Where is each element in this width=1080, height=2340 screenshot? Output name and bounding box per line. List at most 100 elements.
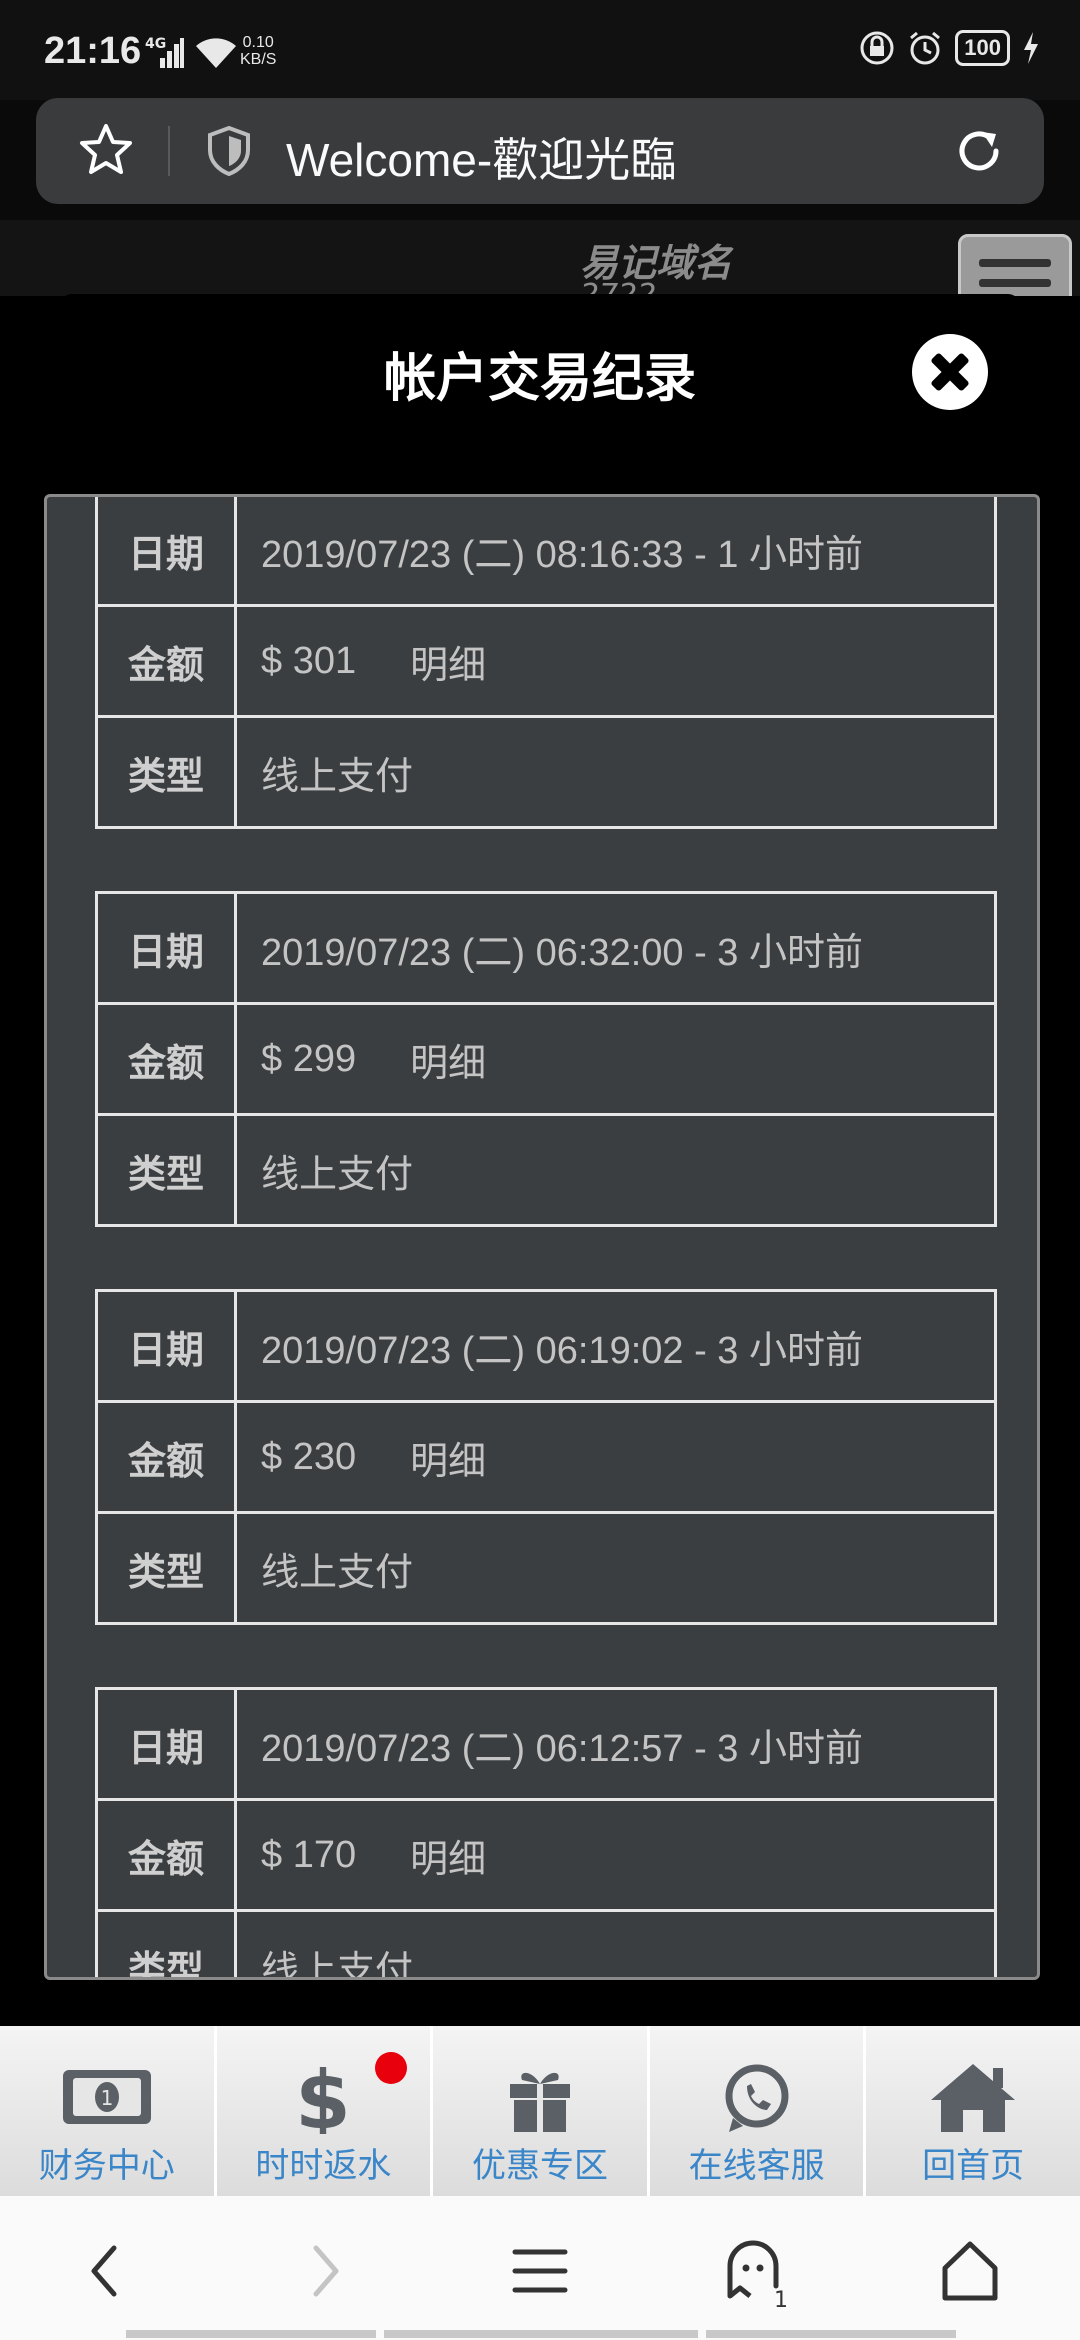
detail-link[interactable]: 明细 xyxy=(410,1828,486,1883)
money-bill-icon: 1 xyxy=(62,2070,151,2124)
amount-cell: $ 170 明细 xyxy=(237,1801,994,1909)
page-title[interactable]: Welcome-歡迎光臨 xyxy=(286,124,676,190)
browser-nav-bar: 1 xyxy=(0,2196,1080,2340)
reload-icon[interactable] xyxy=(950,122,1008,180)
date-row: 日期 2019/07/23 (二) 06:12:57 - 3 小时前 xyxy=(98,1690,994,1801)
date-row: 日期 2019/07/23 (二) 06:19:02 - 3 小时前 xyxy=(98,1292,994,1403)
rotation-lock-icon xyxy=(860,31,894,65)
type-value: 线上支付 xyxy=(261,755,414,798)
amount-label: 金额 xyxy=(98,1005,237,1113)
battery-indicator: 100 xyxy=(955,30,1010,66)
date-value: 2019/07/23 (二) 08:16:33 - 1 小时前 xyxy=(261,533,863,576)
gesture-bar xyxy=(384,2330,698,2338)
date-label: 日期 xyxy=(98,1690,237,1798)
status-bar: 21:16 4G 0.10 KB/S 100 xyxy=(0,0,1080,100)
network-speed: 0.10 KB/S xyxy=(240,34,276,68)
transaction-modal: 帐户交易纪录 日期 2019/07/23 (二) 08:16:33 - 1 小时前… xyxy=(0,294,1080,2026)
amount-row: 金额 $ 170 明细 xyxy=(98,1801,994,1912)
date-value: 2019/07/23 (二) 06:19:02 - 3 小时前 xyxy=(261,1329,863,1372)
detail-link[interactable]: 明细 xyxy=(410,1032,486,1087)
nav-label: 回首页 xyxy=(922,2146,1025,2186)
nav-rebate[interactable]: $ 时时返水 xyxy=(216,2026,434,2196)
amount-row: 金额 $ 299 明细 xyxy=(98,1005,994,1116)
menu-bar xyxy=(979,259,1051,267)
gesture-bar xyxy=(126,2330,376,2338)
speed-unit: KB/S xyxy=(240,51,277,68)
shield-icon[interactable] xyxy=(204,124,254,178)
nav-label: 时时返水 xyxy=(255,2146,392,2186)
amount-value: $ 299 xyxy=(261,1037,357,1080)
notification-dot xyxy=(374,2052,407,2084)
amount-value: $ 170 xyxy=(261,1833,357,1876)
type-label: 类型 xyxy=(98,718,237,826)
date-label: 日期 xyxy=(98,497,237,604)
status-right: 100 xyxy=(859,30,1040,66)
type-row: 类型 线上支付 xyxy=(98,718,994,826)
date-row: 日期 2019/07/23 (二) 06:32:00 - 3 小时前 xyxy=(98,894,994,1005)
type-value: 线上支付 xyxy=(261,1551,414,1594)
transaction-record: 日期 2019/07/23 (二) 06:19:02 - 3 小时前 金额 $ 230… xyxy=(95,1289,997,1625)
close-button[interactable] xyxy=(912,334,988,410)
status-time: 21:16 xyxy=(44,30,142,72)
address-bar[interactable]: Welcome-歡迎光臨 xyxy=(36,98,1044,204)
records-inner: 日期 2019/07/23 (二) 08:16:33 - 1 小时前 金额 $ 301… xyxy=(47,497,1037,1980)
nav-home[interactable]: 回首页 xyxy=(866,2026,1080,2196)
back-icon[interactable] xyxy=(72,2236,142,2306)
amount-cell: $ 299 明细 xyxy=(237,1005,994,1113)
tab-count: 1 xyxy=(774,2288,788,2313)
nav-label: 在线客服 xyxy=(688,2146,825,2186)
site-bottom-nav: 1 财务中心 $ 时时返水 优惠专区 在线客服 回首页 xyxy=(0,2026,1080,2196)
date-label: 日期 xyxy=(98,1292,237,1400)
whatsapp-icon xyxy=(725,2064,789,2132)
gesture-bar xyxy=(706,2330,956,2338)
nav-customer-service[interactable]: 在线客服 xyxy=(649,2026,867,2196)
bookmark-star-icon[interactable] xyxy=(76,120,136,180)
nav-label: 优惠专区 xyxy=(471,2146,608,2186)
svg-text:1: 1 xyxy=(100,2086,113,2110)
amount-label: 金额 xyxy=(98,1801,237,1909)
type-value: 线上支付 xyxy=(261,1153,414,1196)
type-label: 类型 xyxy=(98,1116,237,1224)
type-value: 线上支付 xyxy=(261,1949,414,1980)
gift-icon xyxy=(509,2072,570,2132)
type-row: 类型 线上支付 xyxy=(98,1912,994,1980)
amount-row: 金额 $ 301 明细 xyxy=(98,607,994,718)
nav-finance-center[interactable]: 1 财务中心 xyxy=(0,2026,217,2196)
speed-value: 0.10 xyxy=(242,34,274,51)
forward-icon[interactable] xyxy=(288,2236,358,2306)
menu-lines-icon[interactable] xyxy=(505,2236,575,2306)
home-icon xyxy=(931,2064,1016,2132)
type-row: 类型 线上支付 xyxy=(98,1514,994,1622)
date-value: 2019/07/23 (二) 06:12:57 - 3 小时前 xyxy=(261,1727,863,1770)
records-list[interactable]: 日期 2019/07/23 (二) 08:16:33 - 1 小时前 金额 $ 301… xyxy=(44,494,1040,1980)
transaction-record: 日期 2019/07/23 (二) 08:16:33 - 1 小时前 金额 $ 301… xyxy=(95,497,997,829)
amount-label: 金额 xyxy=(98,607,237,715)
type-row: 类型 线上支付 xyxy=(98,1116,994,1224)
amount-cell: $ 230 明细 xyxy=(237,1403,994,1511)
transaction-record: 日期 2019/07/23 (二) 06:12:57 - 3 小时前 金额 $ 170… xyxy=(95,1687,997,1980)
svg-text:$: $ xyxy=(296,2060,352,2134)
signal-icon xyxy=(160,38,184,68)
date-label: 日期 xyxy=(98,894,237,1002)
alarm-icon xyxy=(910,31,941,65)
type-label: 类型 xyxy=(98,1514,237,1622)
amount-value: $ 301 xyxy=(261,639,357,682)
amount-row: 金额 $ 230 明细 xyxy=(98,1403,994,1514)
nav-promotions[interactable]: 优惠专区 xyxy=(433,2026,650,2196)
date-row: 日期 2019/07/23 (二) 08:16:33 - 1 小时前 xyxy=(98,497,994,607)
menu-bar xyxy=(979,279,1051,287)
dollar-icon: $ xyxy=(296,2060,352,2134)
wifi-icon xyxy=(196,38,236,68)
detail-link[interactable]: 明细 xyxy=(410,1430,486,1485)
nav-label: 财务中心 xyxy=(38,2146,175,2186)
amount-cell: $ 301 明细 xyxy=(237,607,994,715)
charging-icon xyxy=(1024,32,1038,64)
home-icon[interactable] xyxy=(935,2236,1005,2306)
amount-label: 金额 xyxy=(98,1403,237,1511)
address-divider xyxy=(168,126,170,176)
transaction-record: 日期 2019/07/23 (二) 06:32:00 - 3 小时前 金额 $ 299… xyxy=(95,891,997,1227)
date-value: 2019/07/23 (二) 06:32:00 - 3 小时前 xyxy=(261,931,863,974)
type-label: 类型 xyxy=(98,1912,237,1977)
amount-value: $ 230 xyxy=(261,1435,357,1478)
detail-link[interactable]: 明细 xyxy=(410,634,486,689)
